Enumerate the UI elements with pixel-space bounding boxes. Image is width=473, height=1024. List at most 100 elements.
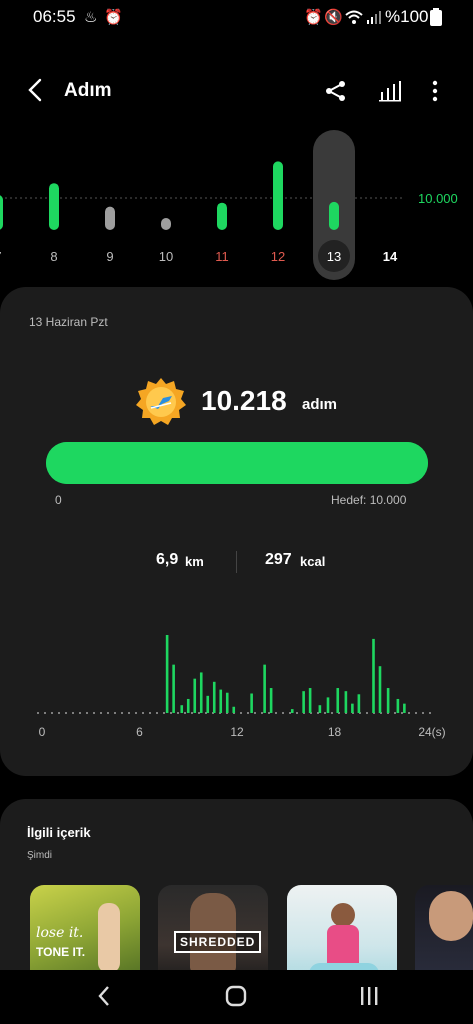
baseline-dot [275,712,277,714]
day-bar[interactable] [273,161,283,230]
battery-icon [430,8,442,26]
stat-divider [236,551,237,573]
baseline-dot [331,712,333,714]
hour-bar [193,678,197,713]
day-bar[interactable] [49,183,59,230]
bar-chart-icon[interactable] [378,79,402,103]
hour-axis-label: 18 [328,725,342,739]
baseline-dot [93,712,95,714]
hour-axis-label: 12 [230,725,244,739]
day-label[interactable]: 9 [106,249,113,264]
day-bar[interactable] [217,202,227,230]
day-label[interactable]: 12 [271,249,285,264]
baseline-dot [149,712,151,714]
hour-bar [308,688,312,713]
hour-bar [165,635,169,713]
nav-home-icon[interactable] [224,984,248,1008]
hour-bar [318,705,322,713]
day-bar[interactable] [0,195,3,230]
day-label[interactable]: 11 [215,249,229,264]
hour-bar [225,692,229,713]
hourly-steps-chart: 0 6 12 18 24(s) [0,620,473,750]
goal-progress-bar [46,442,428,484]
calorie-value: 297 [265,551,292,568]
person-head [331,903,355,927]
baseline-dot [254,712,256,714]
more-options-icon[interactable] [430,79,440,103]
baseline-dot [198,712,200,714]
day-label[interactable]: 7 [0,249,2,264]
hour-axis-label: 24(s) [418,725,445,739]
hour-bar [336,688,340,713]
day-label[interactable]: 14 [383,249,398,264]
step-unit: adım [302,396,338,413]
baseline-dot [247,712,249,714]
page-title: Adım [64,80,112,101]
baseline-dot [177,712,179,714]
hour-bar [199,672,203,713]
hour-bar [403,703,406,713]
baseline-dot [156,712,158,714]
nav-recents-icon[interactable] [358,984,380,1008]
related-content-title: İlgili içerik [27,825,91,840]
baseline-dot [422,712,424,714]
alarm-icon: ⏰ [104,9,123,26]
baseline-dot [79,712,81,714]
baseline-dot [170,712,172,714]
baseline-dot [86,712,88,714]
baseline-dot [324,712,326,714]
baseline-dot [429,712,431,714]
weekly-steps-chart[interactable]: 10.000 7 8 9 10 11 12 13 14 [0,125,473,285]
step-count: 10.218 [201,385,287,416]
baseline-dot [114,712,116,714]
hour-bar [219,689,223,713]
baseline-dot [282,712,284,714]
baseline-dot [240,712,242,714]
alarm-icon: ⏰ [304,9,323,26]
progress-min-label: 0 [55,493,62,507]
day-bar[interactable] [329,201,339,230]
mute-icon: 🔇 [324,9,343,26]
baseline-dot [58,712,60,714]
baseline-dot [191,712,193,714]
baseline-dot [184,712,186,714]
day-bar[interactable] [161,218,171,230]
day-label[interactable]: 13 [327,249,341,264]
day-label[interactable]: 10 [159,249,173,264]
hour-bar [250,693,253,713]
baseline-dot [121,712,123,714]
nav-back-icon[interactable] [96,984,112,1008]
progress-goal-label: Hedef: 10.000 [331,493,407,507]
hour-bar [396,698,400,713]
thumbnail-text: SHREDDED [174,931,262,953]
baseline-dot [100,712,102,714]
goal-achieved-badge-icon [136,378,186,425]
back-arrow-icon[interactable] [26,78,44,102]
hour-bar [186,698,190,713]
hour-bar [372,638,375,713]
distance-unit: km [185,554,204,569]
baseline-dot [135,712,137,714]
baseline-dot [128,712,130,714]
baseline-dot [415,712,417,714]
hour-axis-label: 6 [136,725,143,739]
hour-bar [344,691,348,713]
baseline-dot [268,712,270,714]
day-label[interactable]: 8 [50,249,57,264]
day-bar[interactable] [105,206,115,230]
hour-bar [290,709,294,713]
baseline-dot [296,712,298,714]
hour-bar [357,694,361,713]
baseline-dot [51,712,53,714]
goal-line-label: 10.000 [418,191,458,206]
baseline-dot [163,712,165,714]
hour-bar [263,664,266,713]
status-time: 06:55 [33,7,76,26]
battery-percent: %100 [385,7,429,26]
distance-value: 6,9 [156,551,179,568]
hour-bar [386,688,390,713]
baseline-dot [289,712,291,714]
share-icon[interactable] [324,79,348,103]
goal-progress-fill [46,442,428,484]
hour-bar [232,706,236,713]
